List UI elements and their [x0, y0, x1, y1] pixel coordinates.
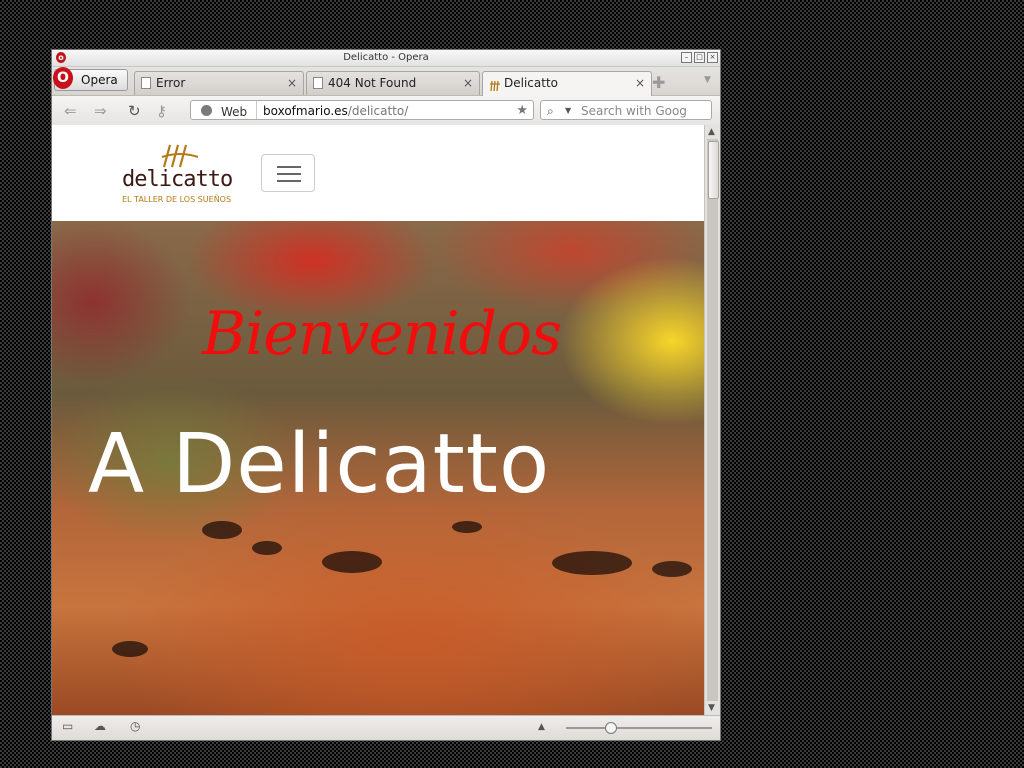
- search-icon[interactable]: ⌕: [547, 101, 554, 121]
- scroll-up-arrow-icon[interactable]: ▲: [708, 127, 715, 137]
- opera-unite-cloud-icon[interactable]: ☁: [94, 719, 106, 733]
- logo-tagline: EL TALLER DE LOS SUEÑOS: [122, 195, 232, 204]
- search-field[interactable]: ⌕ ▼ Search with Goog: [540, 100, 712, 120]
- opera-menu-label: Opera: [81, 73, 118, 87]
- zoom-up-arrow-icon[interactable]: ▲: [538, 722, 545, 732]
- panel-toggle-icon[interactable]: ▭: [62, 719, 73, 733]
- scroll-thumb[interactable]: [708, 141, 719, 199]
- turbo-speedometer-icon[interactable]: ◷: [130, 719, 140, 733]
- tab-menu-chevron-down-icon[interactable]: ▼: [704, 75, 711, 85]
- hero-texture: [322, 551, 382, 573]
- tab-error[interactable]: Error ×: [134, 71, 304, 95]
- hamburger-line: [277, 173, 301, 175]
- bookmark-star-icon[interactable]: ★: [516, 101, 528, 121]
- document-icon: [313, 77, 323, 89]
- url-path: /delicatto/: [347, 104, 409, 118]
- vertical-scrollbar[interactable]: ▲ ▼: [704, 125, 720, 715]
- hamburger-line: [277, 166, 301, 168]
- hero-script-heading: Bienvenidos: [202, 299, 562, 369]
- url-host: boxofmario.es: [263, 104, 348, 118]
- site-header: delicatto EL TALLER DE LOS SUEÑOS: [52, 125, 704, 221]
- tab-close-button[interactable]: ×: [463, 72, 473, 94]
- logo-wordmark: delicatto: [122, 167, 233, 192]
- tab-label: Delicatto: [504, 76, 558, 90]
- zoom-slider[interactable]: [566, 727, 712, 729]
- hero-texture: [202, 521, 242, 539]
- minimize-button[interactable]: –: [681, 52, 692, 63]
- opera-logo-icon: O: [53, 67, 73, 89]
- globe-icon: [201, 105, 212, 116]
- tab-close-button[interactable]: ×: [635, 72, 645, 94]
- site-badge: Web: [221, 105, 248, 119]
- hero-texture: [452, 521, 482, 533]
- scroll-down-arrow-icon[interactable]: ▼: [708, 703, 715, 713]
- opera-logo-icon: o: [56, 52, 66, 63]
- address-bar: ⇐ ⇒ ↻ ⚷ Web boxofmario.es/delicatto/ ★ ⌕…: [52, 96, 720, 127]
- tab-delicatto[interactable]: Delicatto ×: [482, 71, 652, 96]
- hero-texture: [112, 641, 148, 657]
- hero-texture: [652, 561, 692, 577]
- hero-title: A Delicatto: [88, 417, 551, 512]
- menu-toggle-button[interactable]: [261, 154, 315, 192]
- back-arrow-icon[interactable]: ⇐: [64, 102, 77, 120]
- url-field[interactable]: Web boxofmario.es/delicatto/ ★: [190, 100, 534, 120]
- maximize-button[interactable]: □: [694, 52, 705, 63]
- title-bar: o Delicatto - Opera – □ ×: [52, 50, 720, 67]
- window-controls: – □ ×: [681, 52, 718, 63]
- page-viewport: delicatto EL TALLER DE LOS SUEÑOS Bienve…: [52, 125, 704, 715]
- hero-texture: [252, 541, 282, 555]
- divider: [256, 101, 257, 119]
- tab-404-not-found[interactable]: 404 Not Found ×: [306, 71, 480, 95]
- tab-label: 404 Not Found: [328, 76, 417, 90]
- tab-close-button[interactable]: ×: [287, 72, 297, 94]
- reload-icon[interactable]: ↻: [128, 102, 141, 120]
- delicatto-logo[interactable]: delicatto EL TALLER DE LOS SUEÑOS: [122, 143, 233, 208]
- delicatto-favicon-icon: [489, 77, 500, 92]
- status-bar: ▭ ☁ ◷ ▲: [52, 715, 720, 740]
- search-engine-chevron-down-icon[interactable]: ▼: [565, 101, 571, 121]
- search-placeholder: Search with Goog: [581, 104, 687, 118]
- opera-menu-button[interactable]: O Opera: [53, 67, 128, 91]
- forward-arrow-icon[interactable]: ⇒: [94, 102, 107, 120]
- logo-marks-icon: [161, 144, 199, 168]
- close-window-button[interactable]: ×: [707, 52, 718, 63]
- url-text[interactable]: boxofmario.es/delicatto/: [263, 101, 408, 121]
- key-icon[interactable]: ⚷: [156, 102, 167, 120]
- new-tab-icon[interactable]: ✚: [652, 73, 665, 92]
- hamburger-line: [277, 180, 301, 182]
- zoom-slider-knob[interactable]: [604, 722, 617, 734]
- document-icon: [141, 77, 151, 89]
- tab-label: Error: [156, 76, 186, 90]
- browser-window: o Delicatto - Opera – □ × O Opera Error …: [52, 50, 720, 740]
- scroll-track[interactable]: [707, 139, 719, 701]
- hero-texture: [552, 551, 632, 575]
- tab-bar: O Opera Error × 404 Not Found × Delicatt…: [52, 67, 720, 96]
- window-title: Delicatto - Opera: [343, 52, 429, 63]
- hero-banner: Bienvenidos A Delicatto: [52, 221, 704, 715]
